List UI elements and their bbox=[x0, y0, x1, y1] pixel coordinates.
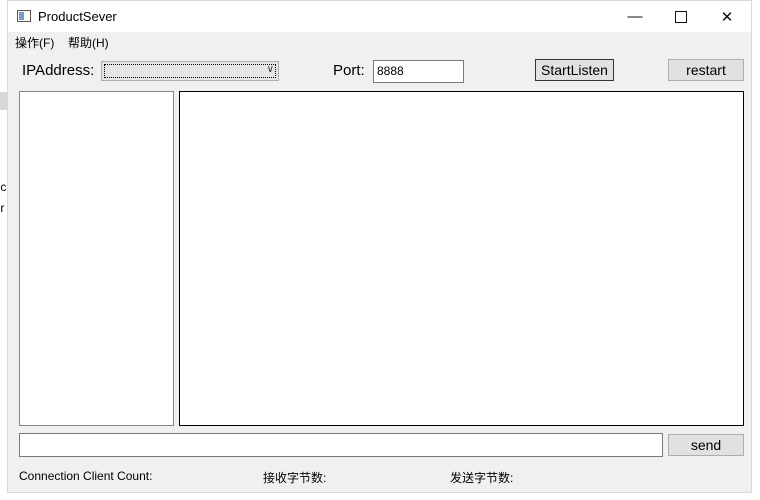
window-title: ProductSever bbox=[38, 9, 117, 24]
title-bar[interactable]: ProductSever — ✕ bbox=[8, 1, 751, 32]
maximize-icon bbox=[675, 10, 687, 23]
app-window-icon bbox=[17, 10, 31, 22]
message-log[interactable] bbox=[179, 91, 744, 426]
background-window-fragment: .r bbox=[0, 201, 5, 215]
menu-item-help[interactable]: 帮助(H) bbox=[68, 34, 109, 51]
maximize-button[interactable] bbox=[658, 1, 704, 32]
close-icon: ✕ bbox=[720, 8, 734, 26]
start-listen-button[interactable]: StartListen bbox=[535, 59, 614, 81]
connection-count-label: Connection Client Count: bbox=[19, 469, 153, 483]
combo-focus-rect bbox=[104, 64, 276, 78]
port-input[interactable]: 8888 bbox=[373, 60, 464, 83]
minimize-button[interactable]: — bbox=[612, 1, 658, 32]
ip-address-label: IPAddress: bbox=[22, 62, 95, 79]
received-bytes-label: 接收字节数: bbox=[263, 471, 327, 485]
background-window-fragment bbox=[0, 92, 7, 110]
minimize-icon: — bbox=[627, 8, 643, 25]
menu-item-operation[interactable]: 操作(F) bbox=[15, 34, 54, 51]
sent-bytes-label: 发送字节数: bbox=[450, 471, 514, 485]
client-list[interactable] bbox=[19, 91, 174, 426]
close-button[interactable]: ✕ bbox=[704, 1, 750, 32]
message-input[interactable] bbox=[19, 433, 663, 457]
ip-address-select[interactable]: ∨ bbox=[101, 61, 279, 81]
menu-bar: 操作(F) 帮助(H) bbox=[8, 32, 751, 52]
app-window: ProductSever — ✕ 操作(F) 帮助(H) IPAddress: … bbox=[7, 0, 752, 493]
background-window-fragment: .c bbox=[0, 180, 7, 194]
restart-button[interactable]: restart bbox=[668, 59, 744, 81]
chevron-down-icon: ∨ bbox=[266, 64, 274, 75]
port-label: Port: bbox=[333, 62, 365, 79]
send-button[interactable]: send bbox=[668, 434, 744, 456]
